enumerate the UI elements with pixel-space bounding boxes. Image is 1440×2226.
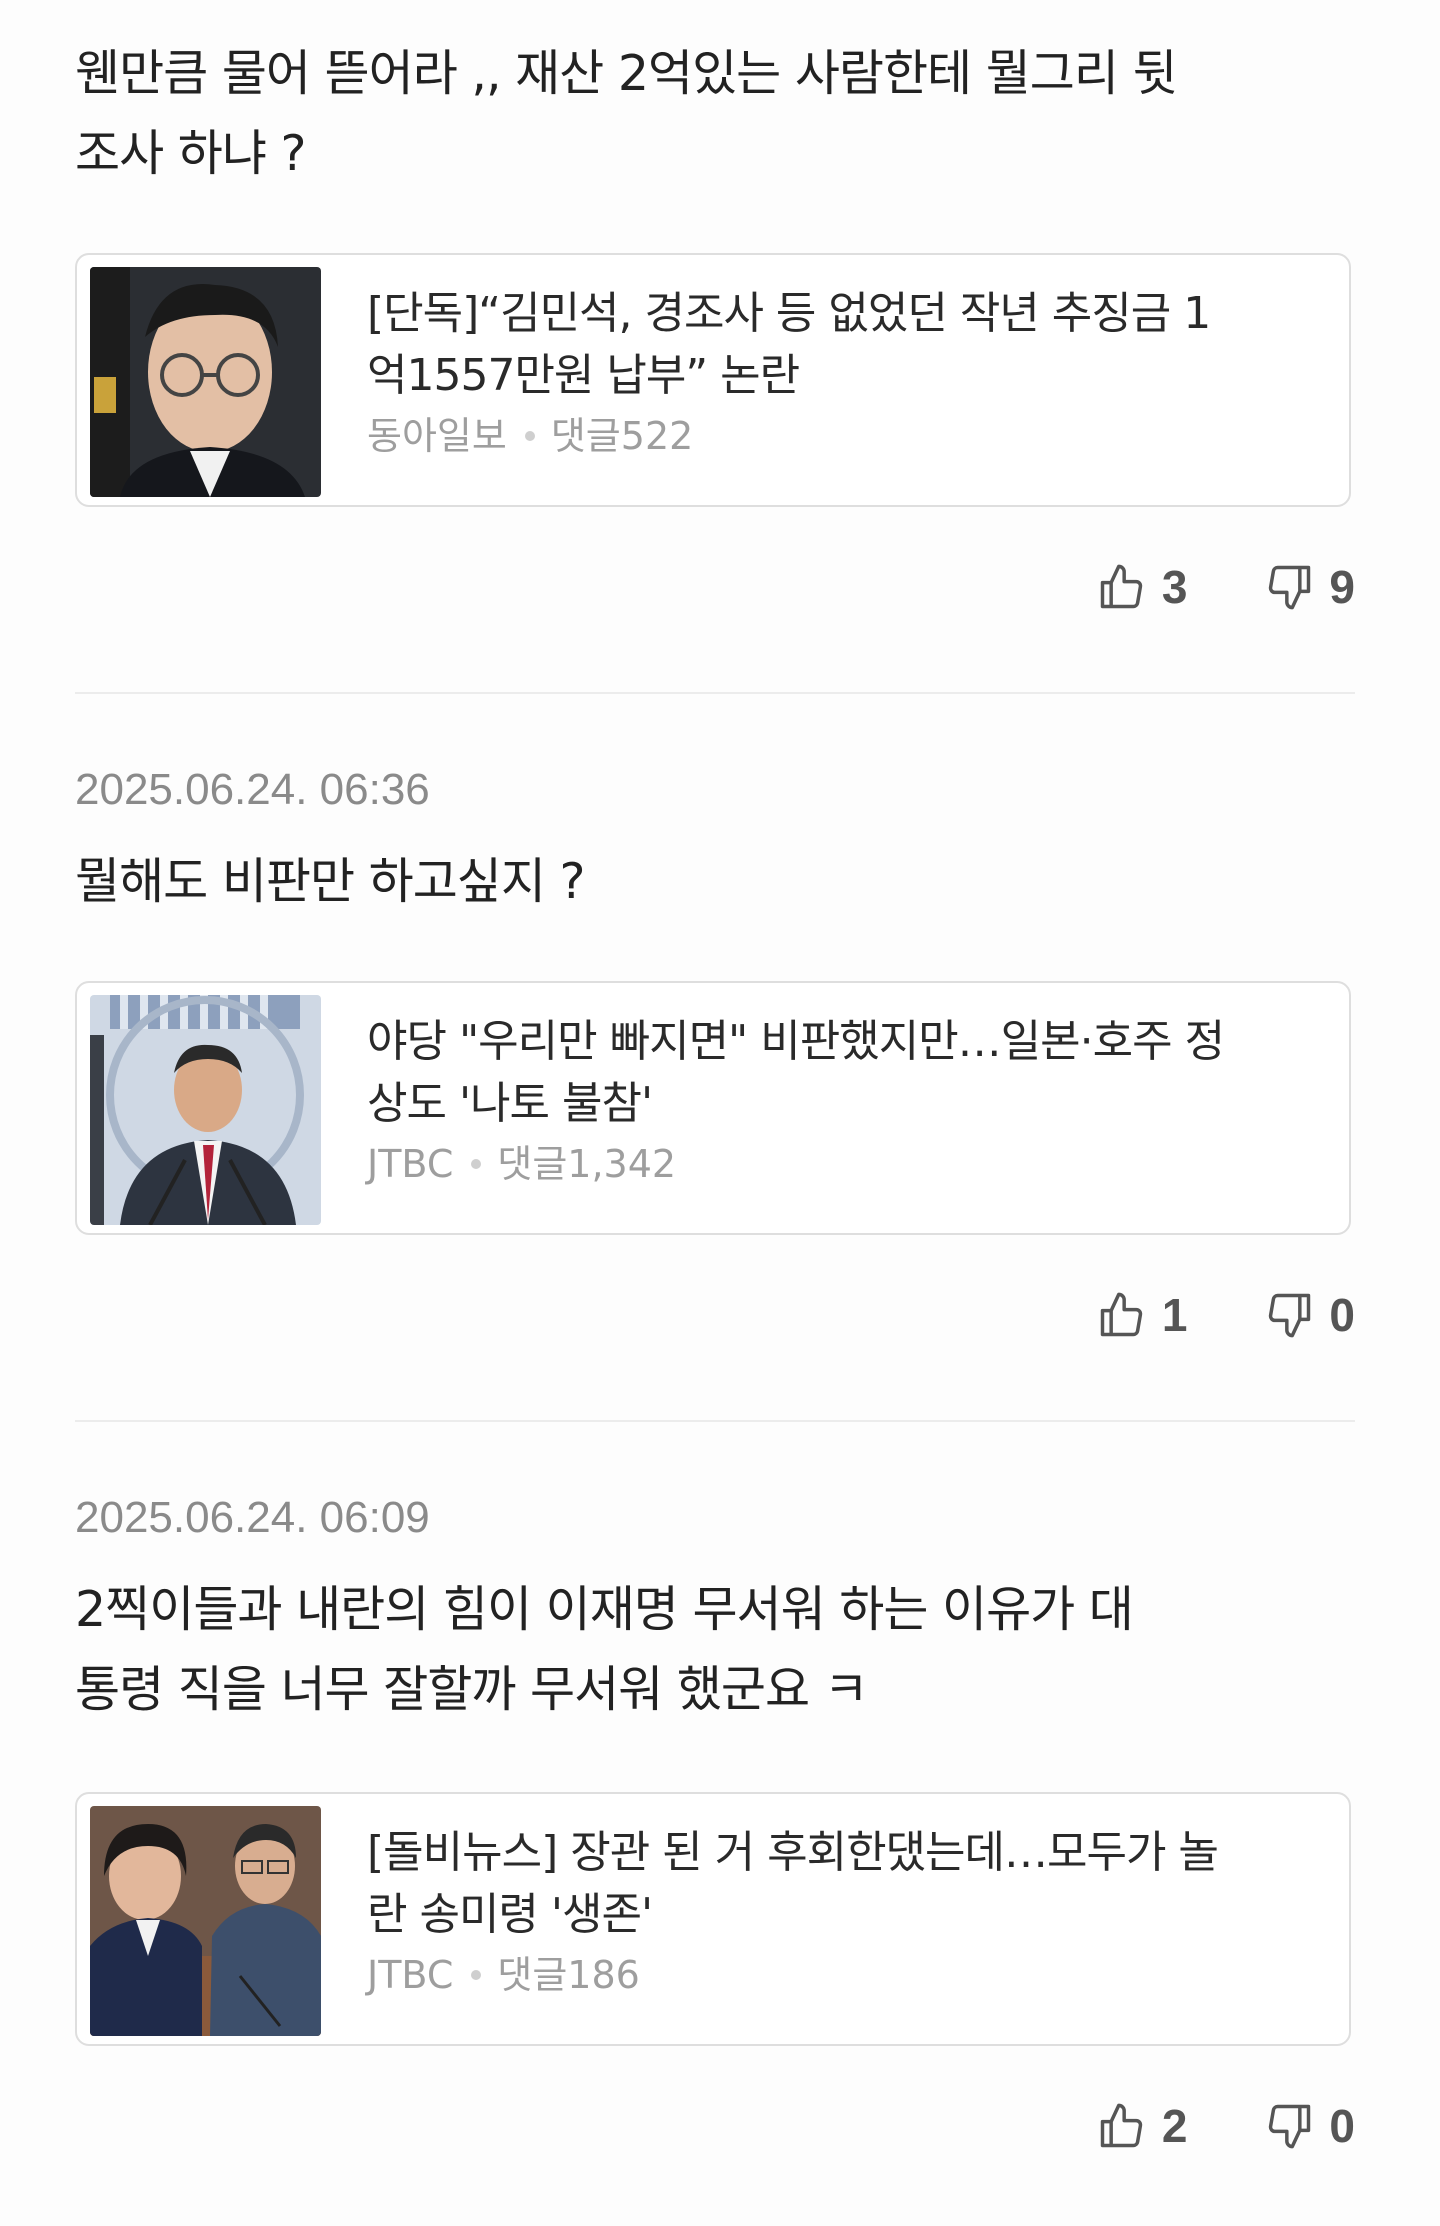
thumbs-down-icon (1269, 565, 1311, 610)
article-info: 야당 "우리만 빠지면" 비판했지만…일본·호주 정 상도 '나토 불참' JT… (367, 1011, 1317, 1183)
comment-item: 웬만큼 물어 뜯어라 ,, 재산 2억있는 사람한테 뭘그리 뒷 조사 하냐 ? (75, 34, 1355, 194)
article-title[interactable]: 야당 "우리만 빠지면" 비판했지만…일본·호주 정 상도 '나토 불참' (367, 1011, 1317, 1135)
comment-item: 2025.06.24. 06:36 뭘해도 비판만 하고싶지 ? (75, 768, 1355, 922)
comment-item: 2025.06.24. 06:09 2찍이들과 내란의 힘이 이재명 무서워 하… (75, 1496, 1355, 1730)
article-card[interactable]: 야당 "우리만 빠지면" 비판했지만…일본·호주 정 상도 '나토 불참' JT… (75, 981, 1351, 1235)
like-count: 2 (1161, 2100, 1188, 2152)
hearing-room-thumbnail (90, 1806, 321, 2036)
comment-text: 뭘해도 비판만 하고싶지 ? (75, 842, 1355, 922)
article-source: 동아일보 (367, 414, 507, 458)
article-card[interactable]: [단독]“김민석, 경조사 등 없었던 작년 추징금 1 억1557만원 납부”… (75, 253, 1351, 507)
article-thumbnail (90, 267, 321, 497)
vote-bar: 3 9 (1096, 561, 1355, 613)
dislike-button[interactable]: 0 (1263, 1289, 1355, 1341)
article-title-line: 야당 "우리만 빠지면" 비판했지만…일본·호주 정 (367, 1016, 1225, 1067)
article-info: [돌비뉴스] 장관 된 거 후회한댔는데…모두가 놀 란 송미령 '생존' JT… (367, 1822, 1317, 1994)
comment-text: 2찍이들과 내란의 힘이 이재명 무서워 하는 이유가 대 통령 직을 너무 잘… (75, 1570, 1355, 1730)
article-comment-count: 댓글522 (550, 414, 694, 458)
article-source: JTBC (367, 1953, 454, 1997)
article-comment-count: 댓글186 (497, 1953, 640, 1997)
comment-text-line: 통령 직을 너무 잘할까 무서워 했군요 ㅋ (75, 1661, 869, 1718)
article-title-line: [단독]“김민석, 경조사 등 없었던 작년 추징금 1 (367, 288, 1211, 339)
thumbs-up-icon (1100, 1292, 1142, 1337)
article-title-line: [돌비뉴스] 장관 된 거 후회한댔는데…모두가 놀 (367, 1827, 1219, 1878)
article-meta: JTBC 댓글1,342 (367, 1145, 1317, 1183)
vote-bar: 1 0 (1096, 1289, 1355, 1341)
separator-dot-icon (471, 1159, 482, 1169)
thumbs-up-icon (1100, 2103, 1142, 2148)
article-title[interactable]: [돌비뉴스] 장관 된 거 후회한댔는데…모두가 놀 란 송미령 '생존' (367, 1822, 1317, 1946)
separator-dot-icon (524, 431, 535, 441)
dislike-button[interactable]: 0 (1263, 2100, 1355, 2152)
comment-timestamp: 2025.06.24. 06:36 (75, 765, 430, 814)
article-comment-count: 댓글1,342 (497, 1142, 677, 1186)
article-source: JTBC (367, 1142, 454, 1186)
like-button[interactable]: 3 (1096, 561, 1188, 613)
thumbs-down-icon (1269, 2104, 1311, 2149)
comment-feed: 웬만큼 물어 뜯어라 ,, 재산 2억있는 사람한테 뭘그리 뒷 조사 하냐 ?… (0, 0, 1440, 2226)
comment-text-line: 2찍이들과 내란의 힘이 이재명 무서워 하는 이유가 대 (75, 1581, 1134, 1638)
article-title-line: 억1557만원 납부” 논란 (367, 350, 800, 401)
dislike-count: 9 (1329, 561, 1355, 613)
vote-bar: 2 0 (1096, 2100, 1355, 2152)
article-thumbnail (90, 1806, 321, 2036)
dislike-count: 0 (1329, 1289, 1355, 1341)
comment-text-line: 조사 하냐 ? (75, 125, 306, 182)
article-title-line: 상도 '나토 불참' (367, 1078, 653, 1129)
comment-text-line: 웬만큼 물어 뜯어라 ,, 재산 2억있는 사람한테 뭘그리 뒷 (75, 45, 1178, 102)
comment-text: 웬만큼 물어 뜯어라 ,, 재산 2억있는 사람한테 뭘그리 뒷 조사 하냐 ? (75, 34, 1355, 194)
politician-portrait-thumbnail (90, 267, 321, 497)
divider (75, 692, 1355, 694)
thumbs-up-icon (1100, 564, 1142, 609)
like-button[interactable]: 1 (1096, 1289, 1188, 1341)
like-count: 1 (1161, 1289, 1188, 1341)
article-meta: 동아일보 댓글522 (367, 417, 1317, 455)
article-meta: JTBC 댓글186 (367, 1956, 1317, 1994)
article-info: [단독]“김민석, 경조사 등 없었던 작년 추징금 1 억1557만원 납부”… (367, 283, 1317, 455)
comment-timestamp: 2025.06.24. 06:09 (75, 1493, 430, 1542)
separator-dot-icon (471, 1970, 482, 1980)
press-conference-thumbnail (90, 995, 321, 1225)
like-count: 3 (1161, 561, 1188, 613)
thumbs-down-icon (1269, 1293, 1311, 1338)
dislike-count: 0 (1329, 2100, 1355, 2152)
article-title[interactable]: [단독]“김민석, 경조사 등 없었던 작년 추징금 1 억1557만원 납부”… (367, 283, 1317, 407)
article-title-line: 란 송미령 '생존' (367, 1889, 653, 1940)
dislike-button[interactable]: 9 (1263, 561, 1355, 613)
article-thumbnail (90, 995, 321, 1225)
divider (75, 1420, 1355, 1422)
article-card[interactable]: [돌비뉴스] 장관 된 거 후회한댔는데…모두가 놀 란 송미령 '생존' JT… (75, 1792, 1351, 2046)
like-button[interactable]: 2 (1096, 2100, 1188, 2152)
comment-text-line: 뭘해도 비판만 하고싶지 ? (75, 853, 586, 910)
